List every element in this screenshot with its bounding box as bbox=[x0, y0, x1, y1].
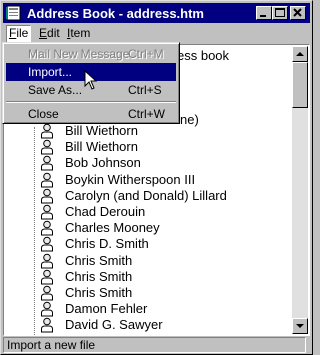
window-title: Address Book - address.htm bbox=[27, 6, 204, 21]
contact-name: Bill Wiethorn bbox=[65, 123, 138, 138]
contact-name: Chris Smith bbox=[65, 252, 133, 268]
arrow-up-icon bbox=[296, 52, 304, 56]
menu-item-shortcut: Ctrl+W bbox=[128, 107, 165, 121]
contact-name: Charles Mooney bbox=[65, 220, 160, 236]
title-bar[interactable]: Address Book - address.htm bbox=[3, 3, 310, 23]
person-icon bbox=[41, 188, 53, 204]
contact-name: Chris Smith bbox=[65, 268, 133, 284]
menu-item-shortcut: Ctrl+M bbox=[128, 47, 164, 61]
menu-item-label: Mail New Message bbox=[28, 47, 130, 61]
status-text: Import a new file bbox=[3, 337, 306, 353]
menu-file[interactable]: File bbox=[6, 25, 32, 43]
contact-name: Bob Johnson bbox=[65, 155, 141, 171]
mouse-pointer-icon bbox=[84, 70, 98, 90]
menu-item-label: Import... bbox=[28, 65, 73, 79]
vertical-scrollbar[interactable] bbox=[292, 46, 308, 334]
person-icon bbox=[41, 220, 53, 236]
person-icon bbox=[41, 301, 53, 317]
person-icon bbox=[41, 269, 53, 285]
person-icon bbox=[41, 204, 53, 220]
menu-item-close[interactable]: Close Ctrl+W bbox=[6, 105, 176, 123]
contact-name: Chris D. Smith bbox=[65, 236, 149, 252]
contact-name: Bill Wiethorn bbox=[65, 139, 138, 155]
contact-name: Boykin Witherspoon III bbox=[65, 171, 196, 187]
maximize-button[interactable] bbox=[272, 6, 288, 20]
menu-item-label: Close bbox=[28, 107, 59, 121]
scroll-up-button[interactable] bbox=[292, 46, 308, 62]
scroll-down-button[interactable] bbox=[292, 318, 308, 334]
menu-edit[interactable]: Edit bbox=[39, 26, 60, 41]
close-icon bbox=[293, 8, 302, 17]
menu-separator bbox=[6, 101, 176, 103]
contact-name: David G. Sawyer bbox=[65, 317, 163, 333]
tree-line bbox=[34, 127, 35, 335]
contact-name: Damon Fehler bbox=[65, 301, 148, 317]
scroll-thumb[interactable] bbox=[292, 62, 308, 108]
list-heading: ess book bbox=[177, 48, 230, 63]
person-icon bbox=[41, 318, 53, 333]
person-icon bbox=[41, 139, 53, 155]
address-book-app-icon[interactable] bbox=[6, 5, 22, 21]
contact-name: Carolyn (and Donald) Lillard bbox=[65, 187, 227, 203]
menu-bar: File Edit Item bbox=[3, 24, 310, 43]
close-window-button[interactable] bbox=[290, 6, 306, 20]
person-icon bbox=[41, 285, 53, 301]
status-bar: Import a new file bbox=[3, 337, 310, 353]
person-icon bbox=[41, 123, 53, 139]
arrow-down-icon bbox=[296, 324, 304, 328]
maximize-icon bbox=[275, 8, 285, 17]
contact-name: Chad Derouin bbox=[65, 204, 146, 219]
menu-item-shortcut: Ctrl+S bbox=[128, 83, 162, 97]
menu-item[interactable]: Item bbox=[67, 26, 90, 41]
minimize-icon bbox=[260, 15, 266, 17]
minimize-button[interactable] bbox=[256, 6, 272, 20]
contact-name: Chris Smith bbox=[65, 285, 133, 300]
person-icon bbox=[41, 253, 53, 269]
person-icon bbox=[41, 237, 53, 252]
person-icon bbox=[41, 156, 53, 171]
menu-item-mail-new-message[interactable]: Mail New Message Ctrl+M bbox=[6, 45, 176, 63]
person-icon bbox=[41, 172, 53, 188]
list-item-partial: ne) bbox=[180, 112, 199, 127]
menu-item-label: Save As... bbox=[28, 83, 83, 97]
